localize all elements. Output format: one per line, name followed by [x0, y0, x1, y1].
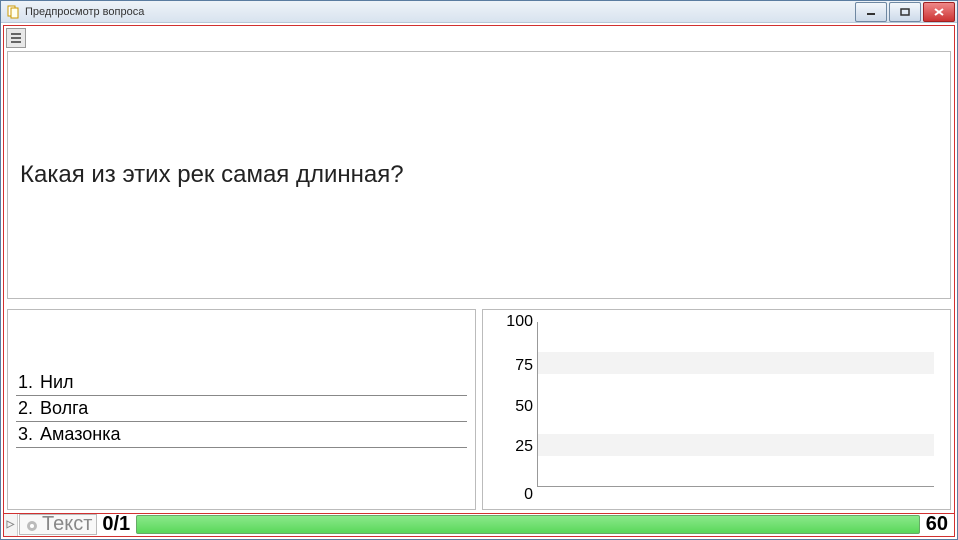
answer-row[interactable]: 1. Нил: [16, 370, 467, 396]
status-bar: ▷ Текст 0/1 60: [3, 513, 955, 537]
hamburger-menu-button[interactable]: [6, 28, 26, 48]
text-mode-label: Текст: [42, 513, 92, 536]
text-mode-button[interactable]: Текст: [19, 514, 97, 535]
chart-ytick: 25: [493, 438, 533, 456]
app-icon: [7, 5, 21, 19]
chart-ytick: 50: [493, 398, 533, 416]
answer-row[interactable]: 3. Амазонка: [16, 422, 467, 448]
answer-label: Амазонка: [40, 424, 467, 445]
answer-number: 1.: [16, 372, 40, 393]
prev-arrow-button[interactable]: ▷: [4, 513, 18, 536]
question-text: Какая из этих рек самая длинная?: [20, 159, 404, 190]
window-title: Предпросмотр вопроса: [25, 6, 853, 18]
chart-panel: 100 75 50 25 0: [482, 309, 951, 510]
gear-icon: [24, 517, 40, 533]
minimize-button[interactable]: [855, 2, 887, 22]
lower-row: 1. Нил 2. Волга 3. Амазонка: [7, 309, 951, 510]
answers-list: 1. Нил 2. Волга 3. Амазонка: [16, 316, 467, 501]
chart-ytick: 75: [493, 357, 533, 375]
timer-value: 60: [922, 513, 954, 536]
answer-row[interactable]: 2. Волга: [16, 396, 467, 422]
answers-panel: 1. Нил 2. Волга 3. Амазонка: [7, 309, 476, 510]
chart-ytick: 100: [493, 313, 533, 331]
maximize-button[interactable]: [889, 2, 921, 22]
timer-progress-bar: [136, 515, 920, 534]
chart-plot-area: [537, 322, 934, 487]
chart-ytick: 0: [493, 486, 533, 504]
titlebar: Предпросмотр вопроса: [1, 1, 957, 23]
answer-number: 2.: [16, 398, 40, 419]
client-area: Какая из этих рек самая длинная? 1. Нил …: [1, 23, 957, 539]
slide-area: Какая из этих рек самая длинная? 1. Нил …: [3, 25, 955, 514]
question-panel: Какая из этих рек самая длинная?: [7, 51, 951, 299]
question-counter: 0/1: [98, 513, 134, 536]
close-button[interactable]: [923, 2, 955, 22]
answer-number: 3.: [16, 424, 40, 445]
answer-label: Нил: [40, 372, 467, 393]
results-chart: 100 75 50 25 0: [491, 316, 942, 501]
answer-label: Волга: [40, 398, 467, 419]
app-window: Предпросмотр вопроса Какая из этих рек с…: [0, 0, 958, 540]
window-controls: [853, 2, 955, 22]
